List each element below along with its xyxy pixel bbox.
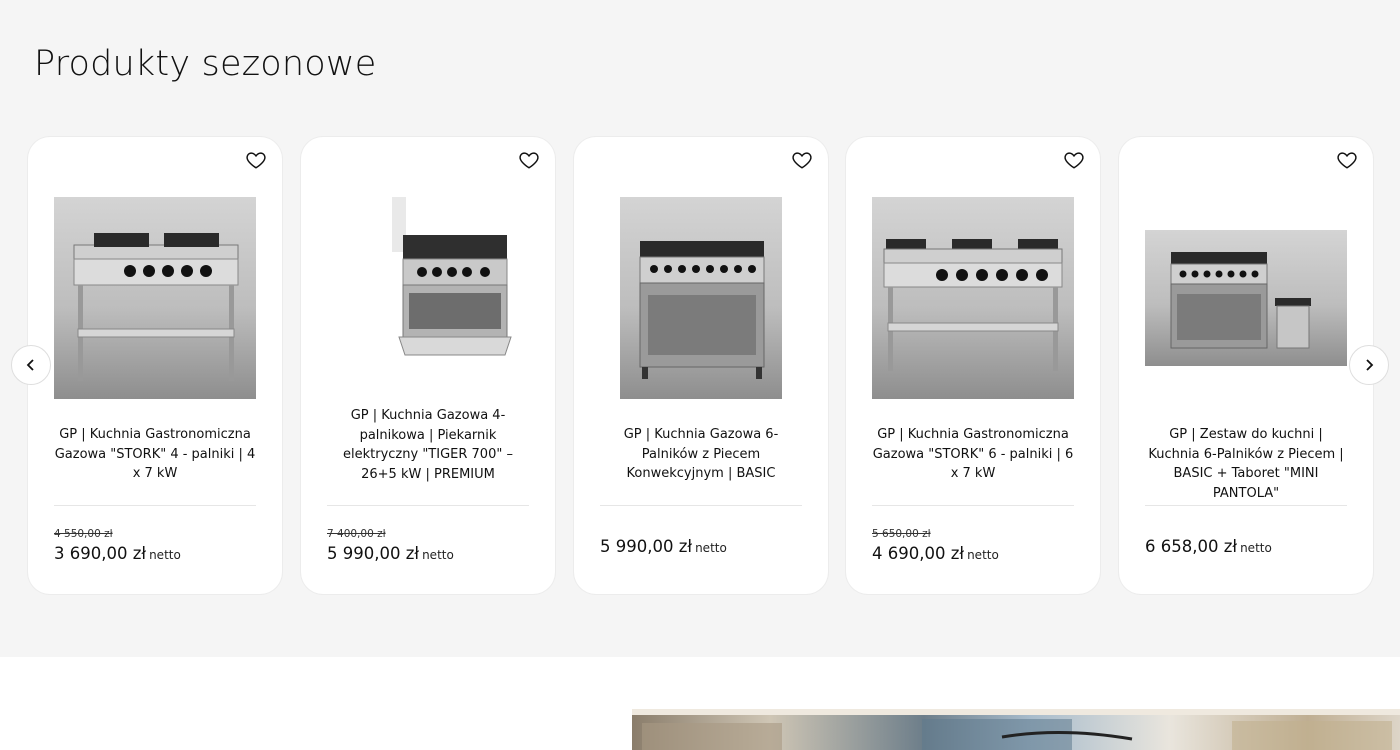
section-title: Produkty sezonowe xyxy=(34,44,377,84)
kitchen-banner-image xyxy=(632,709,1400,750)
price-unit: netto xyxy=(1240,541,1272,555)
product-image[interactable] xyxy=(54,197,256,399)
product-title[interactable]: GP | Kuchnia Gastronomiczna Gazowa "STOR… xyxy=(52,425,258,484)
heart-icon[interactable] xyxy=(1336,149,1358,171)
price: 5 990,00 zł netto xyxy=(600,537,727,556)
product-card[interactable]: GP | Kuchnia Gastronomiczna Gazowa "STOR… xyxy=(28,137,282,594)
product-title[interactable]: GP | Kuchnia Gastronomiczna Gazowa "STOR… xyxy=(870,425,1076,484)
price-value: 5 990,00 zł xyxy=(327,544,420,563)
heart-icon[interactable] xyxy=(1063,149,1085,171)
old-price: 4 550,00 zł xyxy=(54,528,113,540)
divider xyxy=(1145,505,1347,506)
product-image[interactable] xyxy=(600,197,802,399)
divider xyxy=(54,505,256,506)
divider xyxy=(872,505,1074,506)
product-card[interactable]: GP | Kuchnia Gazowa 6-Palników z Piecem … xyxy=(574,137,828,594)
price-value: 5 990,00 zł xyxy=(600,537,693,556)
product-image[interactable] xyxy=(327,197,529,399)
old-price: 5 650,00 zł xyxy=(872,528,931,540)
price: 4 690,00 zł netto xyxy=(872,544,999,563)
heart-icon[interactable] xyxy=(518,149,540,171)
heart-icon[interactable] xyxy=(791,149,813,171)
product-card[interactable]: GP | Kuchnia Gazowa 4-palnikowa | Piekar… xyxy=(301,137,555,594)
price-unit: netto xyxy=(695,541,727,555)
price: 3 690,00 zł netto xyxy=(54,544,181,563)
price-value: 4 690,00 zł xyxy=(872,544,965,563)
product-card[interactable]: GP | Kuchnia Gastronomiczna Gazowa "STOR… xyxy=(846,137,1100,594)
chevron-right-icon xyxy=(1366,359,1374,371)
divider xyxy=(327,505,529,506)
product-title[interactable]: GP | Kuchnia Gazowa 4-palnikowa | Piekar… xyxy=(325,406,531,484)
carousel-next-button[interactable] xyxy=(1349,345,1389,385)
product-image[interactable] xyxy=(1145,197,1347,399)
divider xyxy=(600,505,802,506)
price-value: 6 658,00 zł xyxy=(1145,537,1238,556)
product-title[interactable]: GP | Kuchnia Gazowa 6-Palników z Piecem … xyxy=(598,425,804,484)
product-card[interactable]: GP | Zestaw do kuchni | Kuchnia 6-Palnik… xyxy=(1119,137,1373,594)
product-title[interactable]: GP | Zestaw do kuchni | Kuchnia 6-Palnik… xyxy=(1143,425,1349,503)
old-price: 7 400,00 zł xyxy=(327,528,386,540)
price-unit: netto xyxy=(149,548,181,562)
price-unit: netto xyxy=(967,548,999,562)
product-image[interactable] xyxy=(872,197,1074,399)
seasonal-products-section: Produkty sezonowe GP | Kuchnia Gastronom… xyxy=(0,0,1400,657)
price: 5 990,00 zł netto xyxy=(327,544,454,563)
chevron-left-icon xyxy=(26,359,34,371)
carousel-prev-button[interactable] xyxy=(11,345,51,385)
price-value: 3 690,00 zł xyxy=(54,544,147,563)
price: 6 658,00 zł netto xyxy=(1145,537,1272,556)
price-unit: netto xyxy=(422,548,454,562)
heart-icon[interactable] xyxy=(245,149,267,171)
